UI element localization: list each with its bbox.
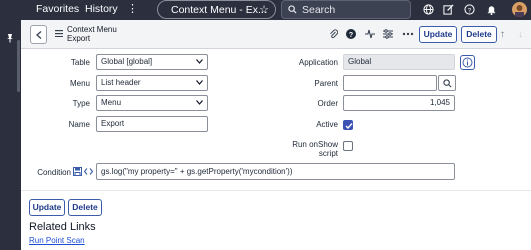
record-title: Context Menu - Ex... [171,4,267,16]
name-label: Name [68,120,90,129]
divider [21,190,531,191]
more-options-icon[interactable] [402,29,414,39]
sidebar-scrollbar[interactable] [17,40,20,92]
footer-update-button[interactable]: Update [29,199,65,216]
user-avatar[interactable] [512,2,527,17]
run-onshow-checkbox[interactable] [343,141,353,151]
menu-label: Menu [69,79,90,88]
info-button[interactable] [460,55,475,70]
parent-label: Parent [314,79,338,88]
avatar-image [515,5,524,17]
application-label: Application [298,58,338,67]
order-label: Order [317,99,338,108]
related-links-title: Related Links [29,221,96,233]
run-point-scan-link[interactable]: Run Point Scan [29,236,85,245]
chevron-down-icon [196,59,203,64]
name-input[interactable]: Export [96,116,208,132]
form-title: Context Menu Export [67,25,117,43]
checkmark-icon [345,123,353,130]
globe-icon[interactable] [423,4,434,15]
help-icon[interactable]: ? [464,4,475,15]
hamburger-menu-icon[interactable] [55,30,63,37]
star-icon[interactable]: ☆ [259,3,269,16]
update-button[interactable]: Update [419,26,457,43]
type-select-value: Menu [101,98,122,107]
record-title-pill[interactable]: Context Menu - Ex... ☆ [157,0,276,19]
chevron-left-icon [36,31,42,39]
help-circle-icon[interactable]: ? [346,29,356,39]
settings-sliders-icon[interactable] [383,29,393,39]
history-menu[interactable]: History [85,3,118,15]
pin-icon[interactable] [5,33,15,43]
table-select-value: Global [global] [101,57,153,66]
code-icon[interactable] [84,167,93,176]
form-header: Context Menu Export ? Update Delete ↑ ↓ [21,20,531,49]
activity-icon[interactable] [365,29,375,39]
footer-delete-button[interactable]: Delete [68,199,102,216]
save-icon[interactable] [73,167,82,176]
svg-text:?: ? [468,7,472,14]
application-field: Global [343,54,455,70]
run-onshow-label-line1: Run onShow [292,140,338,149]
delete-button[interactable]: Delete [461,26,497,43]
more-menu-icon[interactable]: ⋮ [127,2,138,15]
search-icon [443,79,452,88]
table-select[interactable]: Global [global] [96,54,208,70]
arrow-up-icon[interactable]: ↑ [500,29,505,40]
active-label: Active [316,120,338,129]
parent-lookup-button[interactable] [438,75,456,91]
edit-icon[interactable] [443,4,454,15]
run-onshow-label: Run onShow script [276,140,338,158]
active-checkbox[interactable] [343,120,353,130]
chevron-down-icon [196,100,203,105]
favorites-menu[interactable]: Favorites [36,3,79,15]
svg-text:?: ? [349,32,353,39]
menu-select[interactable]: List header [96,75,208,91]
menu-select-value: List header [101,78,141,87]
condition-label: Condition [37,168,71,177]
type-label: Type [72,99,90,108]
parent-input[interactable] [343,75,437,91]
form-title-name: Export [67,33,91,43]
chevron-down-icon [196,80,203,85]
search-icon [288,5,297,14]
type-select[interactable]: Menu [96,95,208,111]
info-icon [462,57,473,68]
table-label: Table [70,58,90,67]
top-navigation: Favorites History ⋮ Context Menu - Ex...… [0,0,531,20]
global-search-input[interactable]: Search [281,0,411,19]
back-button[interactable] [30,25,47,44]
attachment-icon[interactable] [329,29,338,39]
order-input[interactable]: 1,045 [343,95,455,111]
condition-input[interactable]: gs.log("my property=" + gs.getProperty('… [96,163,455,180]
run-onshow-label-line2: script [318,149,338,158]
notification-bell-icon[interactable] [486,4,497,15]
left-sidebar [0,20,21,250]
search-placeholder: Search [302,4,336,16]
arrow-down-icon: ↓ [518,29,523,40]
